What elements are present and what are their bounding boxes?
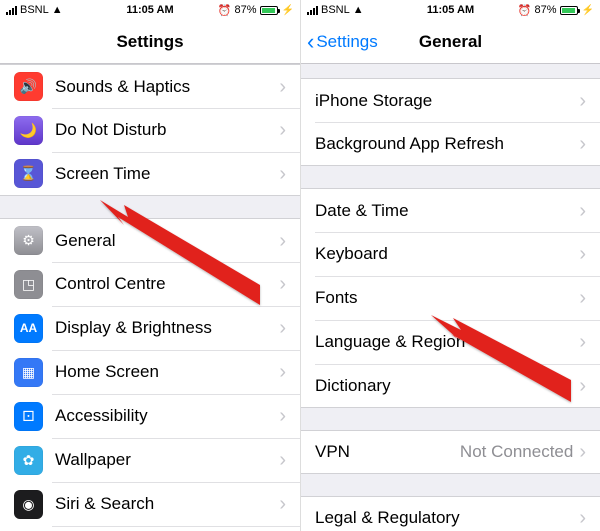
row-bg-refresh[interactable]: Background App Refresh ›: [301, 122, 600, 166]
row-accessibility[interactable]: ⚀ Accessibility ›: [0, 394, 300, 438]
row-label: Date & Time: [315, 201, 579, 221]
chevron-right-icon: ›: [579, 91, 586, 111]
row-wallpaper[interactable]: ✿ Wallpaper ›: [0, 438, 300, 482]
chevron-right-icon: ›: [579, 134, 586, 154]
row-label: Do Not Disturb: [55, 120, 279, 140]
gear-icon: ⚙: [14, 226, 43, 255]
row-vpn[interactable]: VPN Not Connected ›: [301, 430, 600, 474]
row-siri[interactable]: ◉ Siri & Search ›: [0, 482, 300, 526]
chevron-right-icon: ›: [579, 332, 586, 352]
flower-icon: ✿: [14, 446, 43, 475]
chevron-right-icon: ›: [279, 77, 286, 97]
chevron-right-icon: ›: [279, 318, 286, 338]
row-home-screen[interactable]: ▦ Home Screen ›: [0, 350, 300, 394]
row-control-centre[interactable]: ◳ Control Centre ›: [0, 262, 300, 306]
row-label: Fonts: [315, 288, 579, 308]
settings-list[interactable]: 🔊 Sounds & Haptics › 🌙 Do Not Disturb › …: [0, 64, 300, 531]
wifi-icon: ▲: [353, 4, 364, 16]
row-label: Display & Brightness: [55, 318, 279, 338]
row-label: Screen Time: [55, 164, 279, 184]
row-legal[interactable]: Legal & Regulatory ›: [301, 496, 600, 531]
row-label: Dictionary: [315, 376, 579, 396]
row-label: VPN: [315, 442, 460, 462]
grid-icon: ▦: [14, 358, 43, 387]
toggles-icon: ◳: [14, 270, 43, 299]
chevron-right-icon: ›: [279, 494, 286, 514]
hourglass-icon: ⌛: [14, 159, 43, 188]
chevron-right-icon: ›: [279, 362, 286, 382]
row-label: Keyboard: [315, 244, 579, 264]
nav-bar: Settings: [0, 20, 300, 64]
chevron-right-icon: ›: [579, 201, 586, 221]
row-label: iPhone Storage: [315, 91, 579, 111]
carrier-label: BSNL: [20, 4, 49, 16]
row-detail: Not Connected: [460, 442, 573, 462]
aa-icon: AA: [14, 314, 43, 343]
page-title: Settings: [0, 32, 300, 52]
chevron-right-icon: ›: [579, 442, 586, 462]
signal-icon: [6, 6, 17, 15]
chevron-right-icon: ›: [579, 244, 586, 264]
row-sounds[interactable]: 🔊 Sounds & Haptics ›: [0, 64, 300, 108]
battery-icon: [260, 6, 278, 15]
row-fonts[interactable]: Fonts ›: [301, 276, 600, 320]
phone-general: BSNL ▲ 11:05 AM ⏰ 87% ⚡ ‹ Settings Gener…: [300, 0, 600, 531]
status-bar: BSNL ▲ 11:05 AM ⏰ 87% ⚡: [301, 0, 600, 20]
chevron-right-icon: ›: [279, 406, 286, 426]
chevron-right-icon: ›: [579, 508, 586, 528]
row-language-region[interactable]: Language & Region ›: [301, 320, 600, 364]
chevron-right-icon: ›: [279, 120, 286, 140]
row-label: Language & Region: [315, 332, 579, 352]
charging-icon: ⚡: [282, 5, 294, 16]
row-touchid[interactable]: ◎ Touch ID & Passcode ›: [0, 526, 300, 531]
back-label: Settings: [316, 32, 377, 52]
general-list[interactable]: iPhone Storage › Background App Refresh …: [301, 64, 600, 531]
nav-bar: ‹ Settings General: [301, 20, 600, 64]
signal-icon: [307, 6, 318, 15]
status-bar: BSNL ▲ 11:05 AM ⏰ 87% ⚡: [0, 0, 300, 20]
sounds-icon: 🔊: [14, 72, 43, 101]
chevron-right-icon: ›: [279, 231, 286, 251]
row-label: Sounds & Haptics: [55, 77, 279, 97]
row-label: Wallpaper: [55, 450, 279, 470]
row-general[interactable]: ⚙ General ›: [0, 218, 300, 262]
row-screentime[interactable]: ⌛ Screen Time ›: [0, 152, 300, 196]
phone-settings: BSNL ▲ 11:05 AM ⏰ 87% ⚡ Settings 🔊 Sound…: [0, 0, 300, 531]
row-label: Accessibility: [55, 406, 279, 426]
back-button[interactable]: ‹ Settings: [301, 31, 378, 53]
row-iphone-storage[interactable]: iPhone Storage ›: [301, 78, 600, 122]
siri-icon: ◉: [14, 490, 43, 519]
chevron-right-icon: ›: [579, 376, 586, 396]
battery-pct: 87%: [235, 4, 257, 16]
row-label: Control Centre: [55, 274, 279, 294]
chevron-right-icon: ›: [279, 450, 286, 470]
row-date-time[interactable]: Date & Time ›: [301, 188, 600, 232]
alarm-icon: ⏰: [518, 4, 532, 17]
chevron-right-icon: ›: [279, 274, 286, 294]
row-dictionary[interactable]: Dictionary ›: [301, 364, 600, 408]
wifi-icon: ▲: [52, 4, 63, 16]
battery-icon: [560, 6, 578, 15]
chevron-left-icon: ‹: [307, 31, 314, 53]
row-label: Siri & Search: [55, 494, 279, 514]
moon-icon: 🌙: [14, 116, 43, 145]
carrier-label: BSNL: [321, 4, 350, 16]
row-keyboard[interactable]: Keyboard ›: [301, 232, 600, 276]
battery-pct: 87%: [535, 4, 557, 16]
accessibility-icon: ⚀: [14, 402, 43, 431]
row-label: Home Screen: [55, 362, 279, 382]
chevron-right-icon: ›: [279, 164, 286, 184]
row-label: Legal & Regulatory: [315, 508, 579, 528]
row-label: Background App Refresh: [315, 134, 579, 154]
row-label: General: [55, 231, 279, 251]
row-dnd[interactable]: 🌙 Do Not Disturb ›: [0, 108, 300, 152]
row-display[interactable]: AA Display & Brightness ›: [0, 306, 300, 350]
alarm-icon: ⏰: [218, 4, 232, 17]
charging-icon: ⚡: [582, 5, 594, 16]
chevron-right-icon: ›: [579, 288, 586, 308]
